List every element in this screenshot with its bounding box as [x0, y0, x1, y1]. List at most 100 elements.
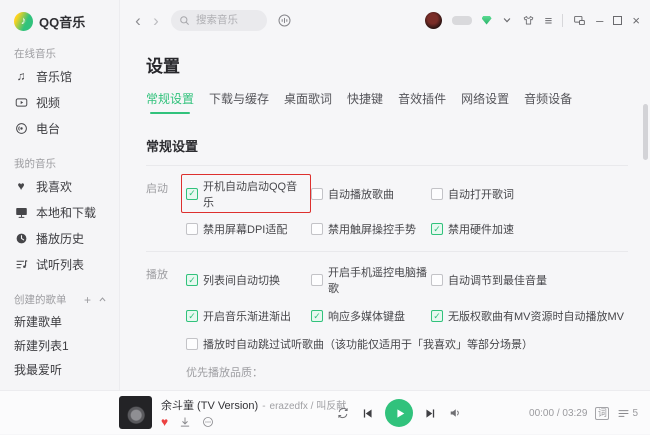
settings-page: 设置 常规设置 下载与缓存 桌面歌词 快捷键 音效插件 网络设置 音频设备 常规… [121, 40, 650, 390]
checkbox-auto-best-volume[interactable]: 自动调节到最佳音量 [431, 272, 547, 288]
group-label-playback: 播放 [146, 264, 186, 390]
vip-diamond-icon[interactable] [482, 16, 492, 25]
search-box[interactable] [171, 10, 267, 31]
like-heart-icon[interactable] [161, 416, 168, 428]
play-queue-button[interactable]: 5 [617, 407, 638, 420]
checkbox-phone-remote[interactable]: 开启手机遥控电脑播歌 [311, 264, 431, 296]
album-art[interactable] [119, 396, 152, 429]
sidebar-item-trial-list[interactable]: 试听列表 [14, 251, 119, 277]
checkbox-autoplay-song[interactable]: 自动播放歌曲 [311, 186, 431, 202]
tab-desktop-lyrics[interactable]: 桌面歌词 [284, 90, 332, 114]
playback-settings-group: 播放 列表间自动切换 开启手机遥控电脑播歌 自动调节到最 [146, 252, 628, 390]
checkbox-media-keys[interactable]: 响应多媒体键盘 [311, 308, 431, 324]
search-input[interactable] [194, 13, 268, 27]
checkbox-fade-in-out[interactable]: 开启音乐渐进渐出 [186, 308, 311, 324]
previous-track-icon[interactable] [361, 407, 374, 420]
tab-general-settings[interactable]: 常规设置 [146, 90, 194, 114]
back-button[interactable] [129, 12, 147, 29]
sidebar-item-my-favorites[interactable]: 我喜欢 [14, 173, 119, 199]
tab-download-cache[interactable]: 下载与缓存 [209, 90, 269, 114]
app-logo[interactable]: QQ音乐 [14, 12, 119, 31]
play-button[interactable] [385, 399, 413, 427]
chevron-down-icon[interactable] [502, 15, 512, 25]
sidebar-item-my-best-loved[interactable]: 我最爱听 [14, 357, 119, 381]
sidebar: QQ音乐 在线音乐 音乐馆 视频 电台 [0, 0, 120, 390]
forward-button[interactable] [147, 12, 165, 29]
trial-list-icon [14, 258, 28, 271]
add-playlist-icon[interactable] [84, 294, 91, 306]
music-recognition-icon[interactable] [277, 13, 292, 28]
close-button[interactable] [632, 14, 640, 27]
loop-mode-icon[interactable] [336, 406, 350, 420]
search-icon [179, 15, 190, 26]
queue-count: 5 [632, 408, 638, 419]
sidebar-item-music-hall[interactable]: 音乐馆 [14, 63, 119, 89]
volume-icon[interactable] [448, 406, 462, 420]
qq-music-logo-icon [14, 12, 33, 31]
section-title: 常规设置 [146, 136, 628, 155]
sidebar-item-radio[interactable]: 电台 [14, 115, 119, 141]
page-title: 设置 [146, 52, 628, 77]
main-menu-icon[interactable] [545, 14, 553, 27]
mini-player-icon[interactable] [573, 14, 586, 27]
titlebar [121, 0, 650, 40]
checkbox-icon [431, 188, 443, 200]
minimize-button[interactable] [596, 14, 603, 27]
checkbox-checked-icon [311, 310, 323, 322]
sidebar-item-play-history[interactable]: 播放历史 [14, 225, 119, 251]
startup-settings-group: 启动 开机自动启动QQ音乐 自动播放歌曲 [146, 166, 628, 251]
checkbox-icon [311, 188, 323, 200]
heart-icon [14, 180, 28, 192]
checkbox-disable-hardware-accel[interactable]: 禁用硬件加速 [431, 221, 514, 237]
song-separator: - [262, 401, 265, 412]
group-label-startup: 启动 [146, 178, 186, 249]
checkbox-icon [311, 274, 323, 286]
checkbox-disable-dpi[interactable]: 禁用屏幕DPI适配 [186, 221, 311, 237]
titlebar-separator [562, 14, 563, 27]
quality-label: 优先播放品质： [186, 364, 628, 380]
checkbox-icon [186, 338, 198, 350]
checkbox-checked-icon [186, 310, 198, 322]
collapse-created-icon[interactable] [98, 295, 107, 304]
next-track-icon[interactable] [424, 407, 437, 420]
checkbox-icon [186, 223, 198, 235]
sidebar-item-new-playlist[interactable]: 新建歌单 [14, 309, 119, 333]
skin-theme-icon[interactable] [522, 14, 535, 27]
checkbox-checked-icon [431, 310, 443, 322]
sidebar-section-my-music: 我的音乐 [14, 156, 119, 171]
tab-audio-devices[interactable]: 音频设备 [524, 90, 572, 114]
checkbox-skip-trial-songs[interactable]: 播放时自动跳过试听歌曲（该功能仅适用于「我喜欢」等部分场景） [186, 336, 533, 352]
checkbox-auto-switch-lists[interactable]: 列表间自动切换 [186, 272, 311, 288]
sidebar-item-video[interactable]: 视频 [14, 89, 119, 115]
checkbox-play-mv-no-copyright[interactable]: 无版权歌曲有MV资源时自动播放MV [431, 308, 624, 324]
lyrics-toggle[interactable]: 词 [595, 407, 609, 420]
sidebar-section-created-playlists: 创建的歌单 [14, 292, 119, 307]
checkbox-checked-icon [431, 223, 443, 235]
tab-sound-plugins[interactable]: 音效插件 [398, 90, 446, 114]
song-artists[interactable]: erazedfx / 叫反献 [270, 397, 347, 412]
music-note-icon [14, 70, 28, 82]
maximize-button[interactable] [613, 16, 622, 25]
checkbox-icon [431, 274, 443, 286]
highlight-box: 开机自动启动QQ音乐 [181, 174, 311, 213]
scrollbar-thumb[interactable] [643, 104, 648, 160]
history-clock-icon [14, 232, 28, 245]
checkbox-disable-touch-gestures[interactable]: 禁用触屏操控手势 [311, 221, 431, 237]
checkbox-autostart-qqmusic[interactable]: 开机自动启动QQ音乐 [186, 178, 311, 209]
sidebar-item-local-downloads[interactable]: 本地和下载 [14, 199, 119, 225]
video-icon [14, 96, 28, 109]
tab-shortcuts[interactable]: 快捷键 [347, 90, 383, 114]
more-options-icon[interactable] [202, 416, 214, 428]
app-name: QQ音乐 [39, 12, 85, 31]
settings-tabs: 常规设置 下载与缓存 桌面歌词 快捷键 音效插件 网络设置 音频设备 [146, 90, 628, 114]
radio-icon [14, 122, 28, 135]
tab-network-settings[interactable]: 网络设置 [461, 90, 509, 114]
checkbox-checked-icon [186, 188, 198, 200]
sidebar-item-new-list-1[interactable]: 新建列表1 [14, 333, 119, 357]
checkbox-auto-open-lyrics[interactable]: 自动打开歌词 [431, 186, 514, 202]
download-icon[interactable] [179, 416, 191, 428]
player-bar: 余斗童 (TV Version) - erazedfx / 叫反献 [0, 390, 650, 434]
song-title[interactable]: 余斗童 (TV Version) [161, 397, 258, 413]
time-display: 00:00 / 03:29 [529, 408, 587, 419]
user-avatar[interactable] [425, 12, 442, 29]
